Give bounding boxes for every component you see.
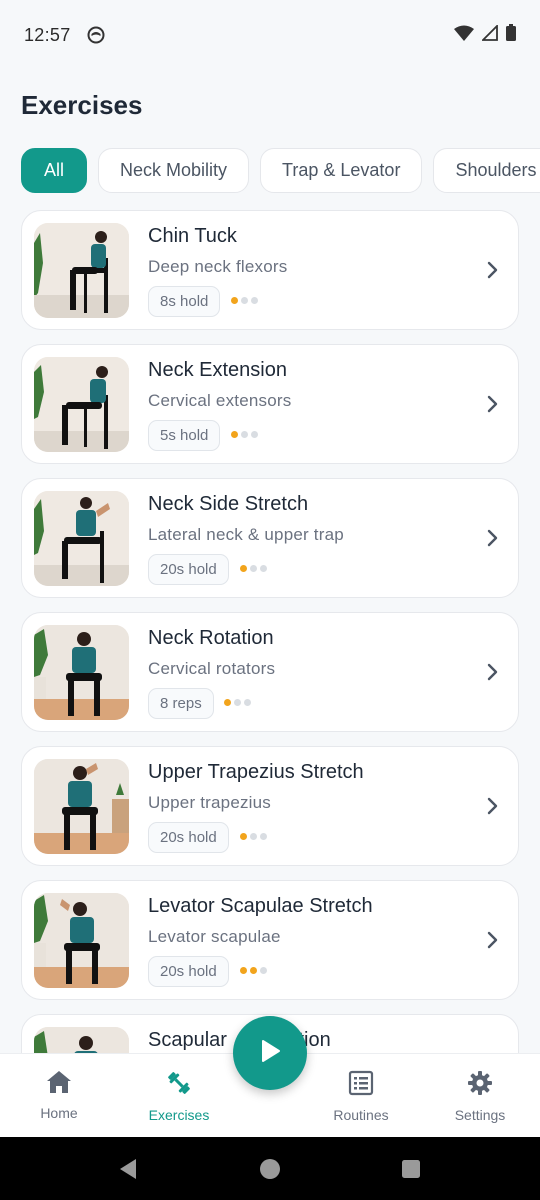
nav-exercises-label: Exercises [148,1107,210,1123]
exercise-name: Levator Scapulae Stretch [148,895,373,917]
exercise-thumbnail [34,223,129,318]
filter-chip-all[interactable]: All [21,148,88,193]
status-icons [454,23,516,46]
exercise-card[interactable]: Neck Extension Cervical extensors 5s hol… [21,344,519,464]
filter-chip-neck-mobility[interactable]: Neck Mobility [98,148,250,193]
chevron-right-icon [486,662,500,687]
exercise-target: Deep neck flexors [148,257,288,276]
exercise-thumbnail [34,893,129,988]
home-circle-icon[interactable] [259,1158,281,1185]
play-icon [258,1038,282,1069]
chevron-right-icon [486,796,500,821]
exercise-dose-badge: 20s hold [148,822,229,853]
exercise-name: Neck Side Stretch [148,493,309,515]
home-icon [46,1070,72,1099]
back-icon[interactable] [118,1158,138,1185]
difficulty-dots [224,699,251,706]
exercise-dose-badge: 5s hold [148,420,221,451]
exercise-thumbnail [34,357,129,452]
chevron-right-icon [486,930,500,955]
exercise-name: Upper Trapezius Stretch [148,761,364,783]
exercise-name: Neck Extension [148,359,287,381]
exercise-card[interactable]: Upper Trapezius Stretch Upper trapezius … [21,746,519,866]
exercise-target: Lateral neck & upper trap [148,525,344,544]
exercise-target: Cervical rotators [148,659,276,678]
difficulty-dots [231,297,258,304]
nav-home-label: Home [40,1105,78,1121]
nav-routines-label: Routines [333,1107,389,1123]
nav-routines[interactable]: Routines [306,1070,416,1123]
filter-chip-shoulders[interactable]: Shoulders [433,148,540,193]
exercise-target: Levator scapulae [148,927,281,946]
start-session-button[interactable] [233,1016,307,1090]
signal-icon [480,23,498,46]
filter-chip-trap-levator[interactable]: Trap & Levator [260,148,423,193]
exercise-thumbnail [34,625,129,720]
status-time: 12:57 [24,24,71,45]
nav-home[interactable]: Home [4,1070,114,1121]
system-nav-bar [0,1137,540,1200]
exercise-name: Chin Tuck [148,225,237,247]
nav-settings-label: Settings [454,1107,506,1123]
recents-icon[interactable] [401,1159,421,1184]
exercise-dose-badge: 8 reps [148,688,214,719]
chevron-right-icon [486,260,500,285]
exercise-target: Upper trapezius [148,793,272,812]
status-bar: 12:57 [0,0,540,70]
filter-chips: All Neck Mobility Trap & Levator Shoulde… [21,148,540,193]
battery-icon [506,24,516,46]
exercise-thumbnail [34,491,129,586]
exercise-card[interactable]: Chin Tuck Deep neck flexors 8s hold [21,210,519,330]
list-icon [348,1070,374,1101]
app-notification-icon [87,26,105,44]
difficulty-dots [240,833,267,840]
difficulty-dots [240,565,267,572]
chevron-right-icon [486,528,500,553]
exercise-thumbnail [34,1027,129,1053]
exercise-dose-badge: 20s hold [148,554,229,585]
dumbbell-icon [165,1070,193,1101]
difficulty-dots [240,967,267,974]
exercise-dose-badge: 20s hold [148,956,229,987]
exercise-list: Chin Tuck Deep neck flexors 8s hold Neck… [21,210,519,1053]
exercise-dose-badge: 8s hold [148,286,221,317]
exercise-card[interactable]: Neck Side Stretch Lateral neck & upper t… [21,478,519,598]
exercise-card[interactable]: Neck Rotation Cervical rotators 8 reps [21,612,519,732]
exercise-thumbnail [34,759,129,854]
exercise-name: Neck Rotation [148,627,274,649]
nav-settings[interactable]: Settings [425,1070,535,1123]
difficulty-dots [231,431,258,438]
screen: 12:57 Exercises All Neck Mobility Trap &… [0,0,540,1200]
wifi-icon [454,25,474,46]
page-title: Exercises [21,90,143,120]
nav-exercises[interactable]: Exercises [124,1070,234,1123]
gear-icon [467,1070,493,1101]
exercise-target: Cervical extensors [148,391,292,410]
exercise-card[interactable]: Levator Scapulae Stretch Levator scapula… [21,880,519,1000]
chevron-right-icon [486,394,500,419]
